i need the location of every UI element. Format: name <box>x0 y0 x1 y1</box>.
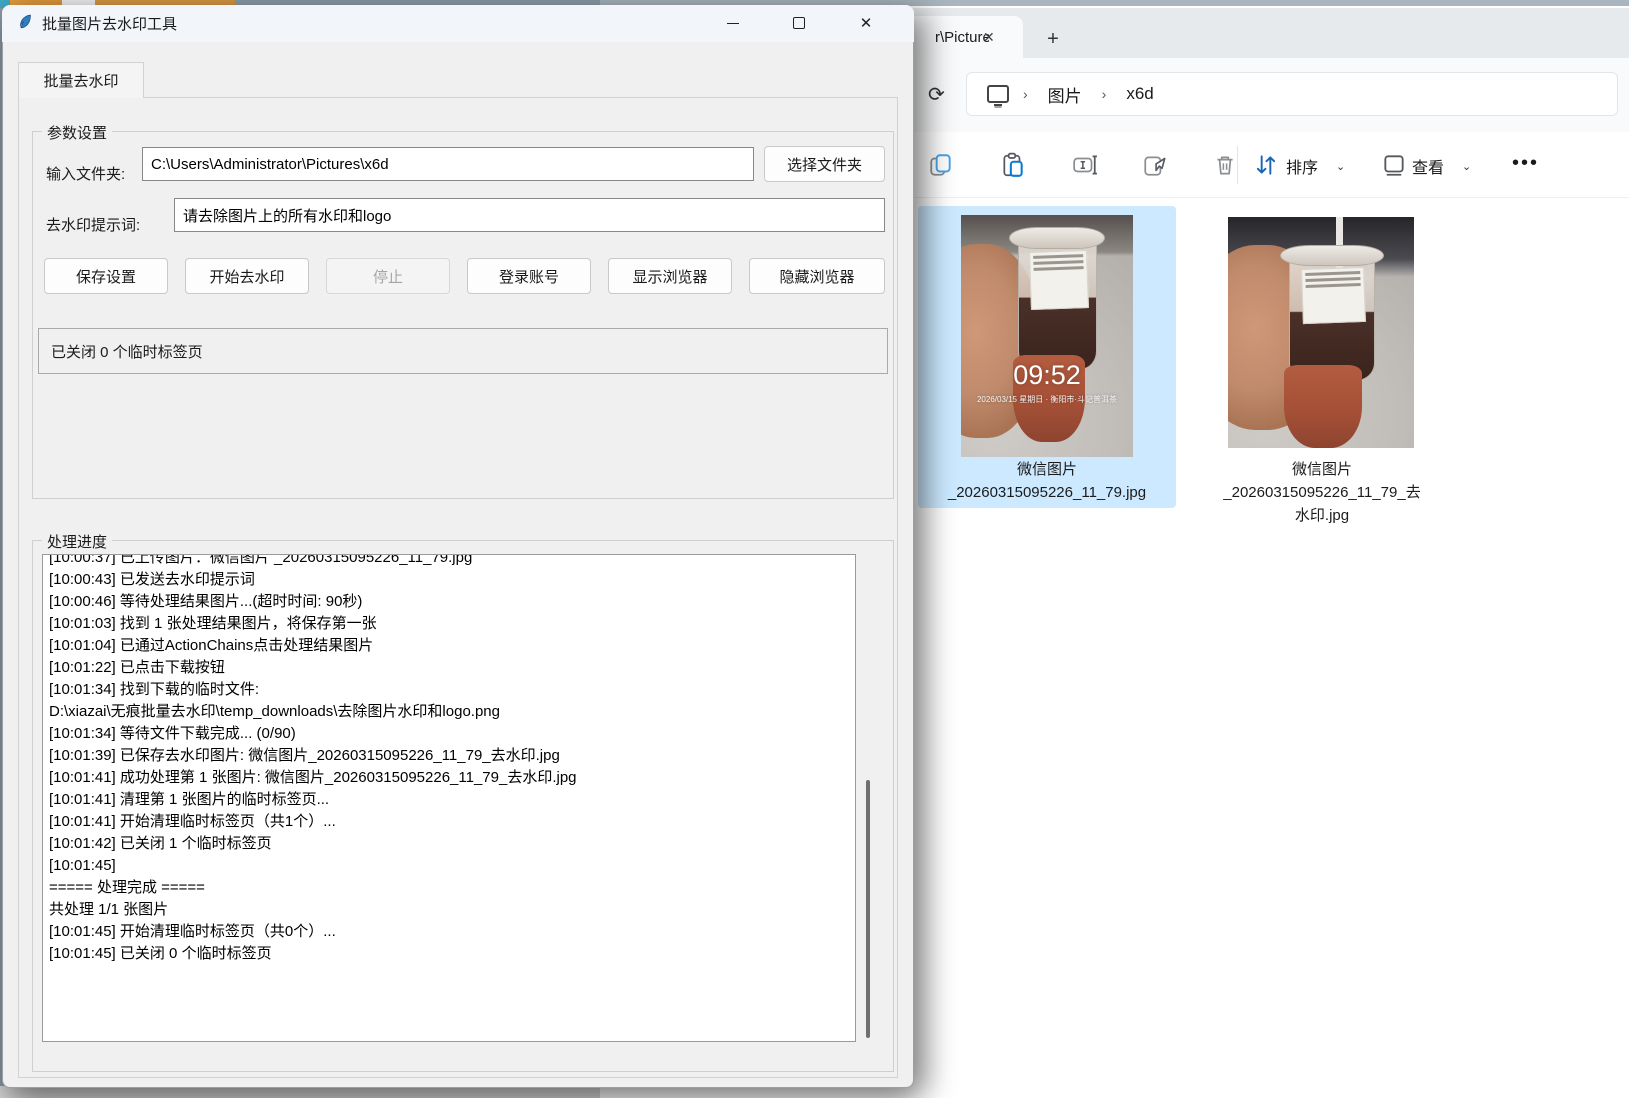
file-name-line: _20260315095226_11_79_去 <box>1190 481 1454 504</box>
log-line: [10:01:22] 已点击下载按钮 <box>49 657 855 679</box>
file-name-line: 微信图片 <box>1190 458 1454 481</box>
hide-browser-button[interactable]: 隐藏浏览器 <box>749 258 885 294</box>
explorer-tab-title: r\Picture <box>905 29 989 46</box>
file-item-original[interactable]: 09:52 2026/03/15 星期日 · 衡阳市·斗记普洱茶 微信图片 _2… <box>918 206 1176 508</box>
photo-cup-sleeve <box>1284 365 1362 448</box>
log-line: D:\xiazai\无痕批量去水印\temp_downloads\去除图片水印和… <box>49 701 855 723</box>
log-line: [10:01:34] 等待文件下载完成... (0/90) <box>49 723 855 745</box>
input-folder-field[interactable] <box>142 147 754 181</box>
start-button[interactable]: 开始去水印 <box>185 258 309 294</box>
close-icon: ✕ <box>860 14 873 32</box>
file-thumbnail: 09:52 2026/03/15 星期日 · 衡阳市·斗记普洱茶 <box>961 215 1133 457</box>
input-folder-label: 输入文件夹: <box>46 163 125 184</box>
address-bar[interactable]: › 图片 › x6d <box>966 72 1618 116</box>
status-text: 已关闭 0 个临时标签页 <box>51 341 203 362</box>
minimize-button[interactable] <box>712 8 754 38</box>
file-item-processed[interactable]: 微信图片 _20260315095226_11_79_去 水印.jpg <box>1190 206 1454 536</box>
toolbar-divider <box>1237 146 1238 184</box>
log-scrollbar-thumb[interactable] <box>866 780 870 1038</box>
delete-icon[interactable] <box>1212 152 1238 178</box>
log-line: ===== 处理完成 ===== <box>49 877 855 899</box>
this-pc-icon <box>987 85 1009 103</box>
progress-log-lines: [10:00:37] 已上传图片：微信图片 _20260315095226_11… <box>49 554 855 965</box>
log-line: 共处理 1/1 张图片 <box>49 899 855 921</box>
breadcrumb-x6d[interactable]: x6d <box>1120 82 1159 106</box>
paste-icon[interactable] <box>1000 152 1026 178</box>
watermark-date: 2026/03/15 星期日 · 衡阳市·斗记普洱茶 <box>961 394 1133 405</box>
tab-close-icon[interactable]: ✕ <box>983 29 995 46</box>
refresh-icon[interactable]: ⟳ <box>928 82 954 108</box>
chevron-right-icon: › <box>1023 86 1028 102</box>
minimize-icon <box>727 23 739 24</box>
watermark-time: 09:52 <box>961 360 1133 391</box>
share-icon[interactable] <box>1142 152 1168 178</box>
prompt-field[interactable] <box>174 198 885 232</box>
log-line: [10:01:45] <box>49 855 855 877</box>
log-line: [10:01:42] 已关闭 1 个临时标签页 <box>49 833 855 855</box>
photo-cup-label <box>1029 250 1089 310</box>
file-thumbnail <box>1228 217 1414 448</box>
chevron-down-icon: ⌄ <box>1462 160 1471 173</box>
close-button[interactable]: ✕ <box>845 8 887 38</box>
chevron-down-icon: ⌄ <box>1336 160 1345 173</box>
photo-cup-lid <box>1009 227 1105 249</box>
maximize-button[interactable] <box>778 8 820 38</box>
progress-group-label: 处理进度 <box>42 531 112 552</box>
log-line: [10:01:45] 开始清理临时标签页（共0个）... <box>49 921 855 943</box>
login-button[interactable]: 登录账号 <box>467 258 591 294</box>
feather-icon <box>17 13 34 30</box>
view-icon[interactable] <box>1381 152 1407 178</box>
log-line: [10:01:41] 清理第 1 张图片的临时标签页... <box>49 789 855 811</box>
stop-button: 停止 <box>326 258 450 294</box>
log-line: [10:00:46] 等待处理结果图片...(超时时间: 90秒) <box>49 591 855 613</box>
show-browser-button[interactable]: 显示浏览器 <box>608 258 732 294</box>
tab-batch-remove[interactable]: 批量去水印 <box>18 62 144 98</box>
log-line: [10:01:39] 已保存去水印图片: 微信图片_20260315095226… <box>49 745 855 767</box>
breadcrumb-pictures[interactable]: 图片 <box>1042 80 1088 109</box>
params-group-label: 参数设置 <box>42 122 112 143</box>
copy-icon[interactable] <box>928 152 954 178</box>
save-settings-button[interactable]: 保存设置 <box>44 258 168 294</box>
rename-icon[interactable] <box>1072 152 1098 178</box>
explorer-tab[interactable]: r\Picture ✕ <box>905 16 1023 58</box>
new-tab-button[interactable]: + <box>1040 26 1066 52</box>
file-name-line: 水印.jpg <box>1190 504 1454 527</box>
sort-button[interactable]: 排序 <box>1286 154 1318 178</box>
log-line: [10:00:43] 已发送去水印提示词 <box>49 569 855 591</box>
file-name-line: _20260315095226_11_79.jpg <box>918 481 1176 504</box>
more-options-icon[interactable]: ••• <box>1512 152 1539 175</box>
progress-log[interactable]: [10:00:37] 已上传图片：微信图片 _20260315095226_11… <box>42 554 856 1042</box>
log-line: [10:01:41] 开始清理临时标签页（共1个）... <box>49 811 855 833</box>
log-line: [10:01:04] 已通过ActionChains点击处理结果图片 <box>49 635 855 657</box>
log-line: [10:01:03] 找到 1 张处理结果图片，将保存第一张 <box>49 613 855 635</box>
log-line: [10:01:45] 已关闭 0 个临时标签页 <box>49 943 855 965</box>
params-groupbox <box>32 131 894 499</box>
view-button[interactable]: 查看 <box>1412 154 1444 178</box>
prompt-label: 去水印提示词: <box>46 214 140 235</box>
status-box: 已关闭 0 个临时标签页 <box>38 328 888 374</box>
photo-cup-lid <box>1280 245 1384 266</box>
maximize-icon <box>793 17 805 29</box>
window-title: 批量图片去水印工具 <box>42 13 177 34</box>
log-line: [10:01:34] 找到下载的临时文件: <box>49 679 855 701</box>
file-name-line: 微信图片 <box>918 458 1176 481</box>
log-line: [10:00:37] 已上传图片：微信图片 _20260315095226_11… <box>49 554 855 569</box>
log-line: [10:01:41] 成功处理第 1 张图片: 微信图片_20260315095… <box>49 767 855 789</box>
sort-icon[interactable] <box>1253 152 1279 178</box>
photo-cup-label <box>1301 267 1366 325</box>
chevron-right-icon: › <box>1102 86 1107 102</box>
choose-folder-button[interactable]: 选择文件夹 <box>764 146 885 182</box>
